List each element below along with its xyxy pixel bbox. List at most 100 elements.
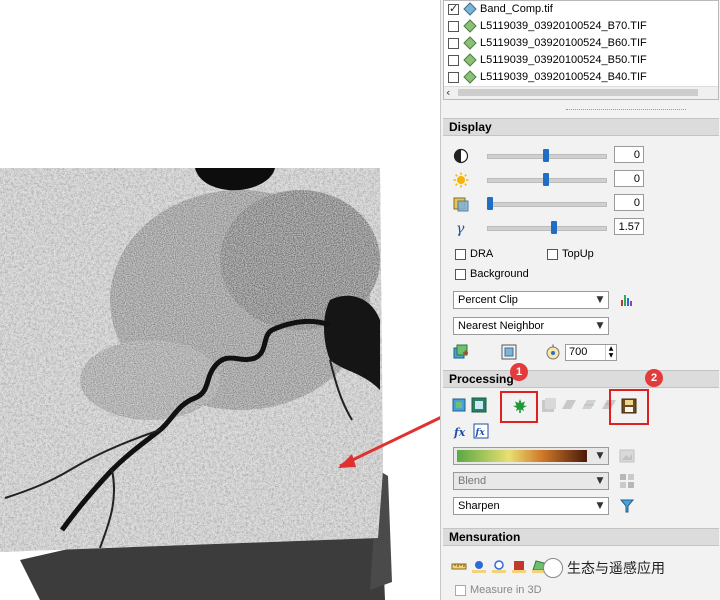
colormap-select[interactable]: ▼: [453, 447, 609, 465]
measure-in-3d-checkbox[interactable]: Measure in 3D: [455, 582, 542, 598]
layer-checkbox[interactable]: [448, 37, 459, 49]
layer-name: Band_Comp.tif: [480, 3, 553, 15]
resolution-value: 700: [569, 346, 588, 358]
chevron-down-icon[interactable]: ▼: [592, 448, 608, 464]
layer-list: Band_Comp.tif L5119039_03920100524_B70.T…: [443, 0, 719, 100]
layer-row-band-comp[interactable]: Band_Comp.tif: [448, 1, 553, 17]
function-icon[interactable]: fx: [453, 423, 469, 439]
svg-text:fx: fx: [475, 428, 486, 438]
blend-options-icon: [620, 474, 634, 488]
contrast-slider-thumb[interactable]: [543, 149, 549, 162]
contrast-slider-row: 0: [449, 146, 719, 166]
layer-row-b40[interactable]: L5119039_03920100524_B40.TIF: [448, 69, 647, 85]
clip-icon[interactable]: [451, 397, 467, 413]
panel-splitter[interactable]: [441, 100, 720, 120]
layer-row-b70[interactable]: L5119039_03920100524_B70.TIF: [448, 18, 647, 34]
layer-row-b60[interactable]: L5119039_03920100524_B60.TIF: [448, 35, 647, 51]
raster-layer-icon: [463, 2, 477, 16]
brightness-icon: [453, 172, 469, 188]
measure-distance-icon[interactable]: [451, 558, 467, 574]
mask-icon[interactable]: [471, 397, 487, 413]
measure-in-3d-checkbox-box[interactable]: [455, 584, 466, 596]
splitter-grip: [566, 109, 686, 112]
measure-in-3d-label: Measure in 3D: [470, 584, 542, 596]
layer-checkbox[interactable]: [448, 54, 459, 66]
scrollbar-thumb[interactable]: [458, 89, 698, 96]
transparency-value[interactable]: 0: [614, 194, 644, 211]
raster-layer-icon: [463, 70, 477, 84]
gamma-icon: γ: [456, 221, 465, 236]
hillshade-icon: [542, 398, 556, 412]
add-layer-icon[interactable]: [453, 344, 469, 360]
transparency-slider-thumb[interactable]: [487, 197, 493, 210]
dra-checkbox-box[interactable]: [455, 248, 466, 260]
dra-checkbox[interactable]: DRA: [455, 246, 493, 262]
layer-name: L5119039_03920100524_B60.TIF: [480, 37, 647, 49]
gamma-slider[interactable]: [487, 226, 607, 231]
layer-name: L5119039_03920100524_B50.TIF: [480, 54, 647, 66]
background-checkbox-box[interactable]: [455, 268, 466, 280]
gamma-slider-row: γ 1.57: [449, 218, 719, 238]
ndvi-leaf-icon[interactable]: [512, 398, 528, 414]
resampling-value: Nearest Neighbor: [458, 320, 545, 332]
dra-label: DRA: [470, 248, 494, 260]
measure-point-icon[interactable]: [471, 558, 487, 574]
pansharpen-icon: [582, 400, 596, 409]
blend-select[interactable]: Blend ▼: [453, 472, 609, 490]
display-section-header[interactable]: Display: [443, 118, 719, 136]
gamma-value[interactable]: 1.57: [614, 218, 644, 235]
step-badge-2: 2: [645, 369, 663, 387]
scroll-left-icon[interactable]: ‹: [446, 86, 450, 99]
layer-checkbox[interactable]: [448, 71, 459, 83]
transparency-slider-row: 0: [449, 194, 719, 214]
save-icon[interactable]: [621, 398, 637, 414]
measure-building-icon[interactable]: [511, 558, 527, 574]
stretch-type-select[interactable]: Percent Clip ▼: [453, 291, 609, 309]
contrast-icon: [453, 148, 469, 164]
raster-layer-icon: [463, 19, 477, 33]
chevron-down-icon[interactable]: ▼: [592, 498, 608, 514]
fit-extent-icon[interactable]: [501, 344, 517, 360]
satellite-image: [0, 168, 440, 600]
raster-layer-icon: [463, 53, 477, 67]
function-editor-icon[interactable]: fx: [473, 423, 489, 439]
brightness-slider-thumb[interactable]: [543, 173, 549, 186]
watermark: 生态与遥感应用: [543, 556, 665, 580]
sharpen-select[interactable]: Sharpen ▼: [453, 497, 609, 515]
topup-checkbox-box[interactable]: [547, 248, 558, 260]
sharpen-value: Sharpen: [458, 500, 500, 512]
layer-checkbox[interactable]: [448, 2, 459, 15]
filter-icon[interactable]: [619, 498, 635, 514]
image-analysis-panel: Band_Comp.tif L5119039_03920100524_B70.T…: [440, 0, 720, 600]
layer-name: L5119039_03920100524_B40.TIF: [480, 71, 647, 83]
orthorectify-icon: [562, 400, 576, 409]
processing-section-header[interactable]: Processing: [443, 370, 719, 388]
resolution-spinner[interactable]: 700 ▲ ▼: [565, 344, 617, 361]
contrast-value[interactable]: 0: [614, 146, 644, 163]
chevron-down-icon[interactable]: ▼: [592, 318, 608, 334]
color-ramp-swatch: [457, 450, 587, 462]
step-badge-1: 1: [510, 363, 528, 381]
measure-height-icon[interactable]: [491, 558, 507, 574]
chevron-down-icon[interactable]: ▼: [592, 292, 608, 308]
mensuration-section-header[interactable]: Mensuration: [443, 528, 719, 546]
wechat-logo-icon: [543, 558, 563, 578]
map-view[interactable]: [0, 0, 440, 600]
topup-label: TopUp: [562, 248, 594, 260]
horizontal-scrollbar[interactable]: ‹: [444, 86, 718, 99]
background-label: Background: [470, 268, 529, 280]
background-checkbox[interactable]: Background: [455, 266, 529, 282]
stretch-type-value: Percent Clip: [458, 294, 518, 306]
histogram-icon[interactable]: [619, 291, 635, 307]
layer-checkbox[interactable]: [448, 20, 459, 32]
colormap-image-icon: [619, 449, 635, 463]
gamma-slider-thumb[interactable]: [550, 221, 557, 234]
resampling-select[interactable]: Nearest Neighbor ▼: [453, 317, 609, 335]
transparency-slider[interactable]: [487, 202, 607, 207]
layer-row-b50[interactable]: L5119039_03920100524_B50.TIF: [448, 52, 647, 68]
resolution-icon: [546, 344, 560, 360]
chevron-down-icon[interactable]: ▼: [592, 473, 608, 489]
topup-checkbox[interactable]: TopUp: [547, 246, 594, 262]
brightness-value[interactable]: 0: [614, 170, 644, 187]
spinner-arrows-icon[interactable]: ▲ ▼: [605, 345, 616, 360]
